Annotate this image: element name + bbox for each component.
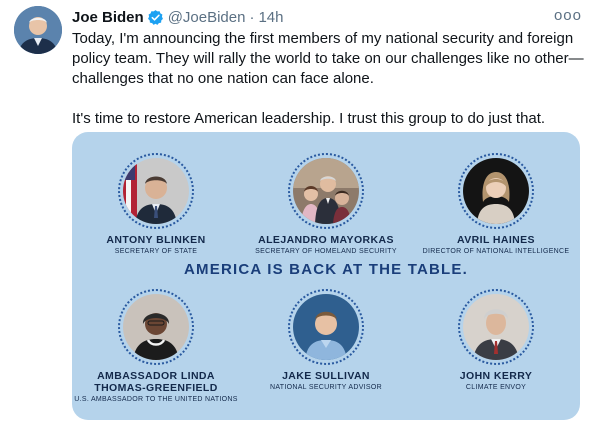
tweet[interactable]: Joe Biden @JoeBiden · 14h ooo Today, I'm…	[0, 0, 594, 429]
portrait-thomas-greenfield	[123, 294, 189, 360]
member-role: SECRETARY OF HOMELAND SECURITY	[255, 248, 397, 255]
team-member-blinken: ANTONY BLINKEN SECRETARY OF STATE	[72, 153, 240, 256]
tweet-text: Today, I'm announcing the first members …	[72, 29, 584, 129]
member-name: ALEJANDRO MAYORKAS	[258, 234, 394, 246]
member-role: CLIMATE ENVOY	[465, 384, 527, 391]
tweet-paragraph-1: Today, I'm announcing the first members …	[72, 30, 584, 87]
tweet-image-card[interactable]: ANTONY BLINKEN SECRETARY OF STATE ALEJAN…	[72, 132, 580, 420]
portrait-haines	[463, 158, 529, 224]
member-name: JOHN KERRY	[459, 370, 533, 382]
team-member-sullivan: JAKE SULLIVAN NATIONAL SECURITY ADVISOR	[242, 289, 410, 392]
author-name[interactable]: Joe Biden	[72, 9, 144, 26]
tweet-paragraph-2: It's time to restore American leadership…	[72, 110, 546, 127]
portrait-frame	[288, 289, 364, 365]
more-options-icon[interactable]: ooo	[554, 7, 582, 24]
member-name: JAKE SULLIVAN	[282, 370, 370, 382]
team-member-mayorkas: ALEJANDRO MAYORKAS SECRETARY OF HOMELAND…	[242, 153, 410, 256]
author-handle[interactable]: @JoeBiden	[168, 9, 246, 26]
member-name: ANTONY BLINKEN	[106, 234, 206, 246]
member-role: NATIONAL SECURITY ADVISOR	[269, 384, 382, 391]
portrait-frame	[458, 289, 534, 365]
portrait-frame	[118, 153, 194, 229]
member-role: SECRETARY OF STATE	[114, 248, 198, 255]
member-name: AVRIL HAINES	[457, 234, 535, 246]
member-role: DIRECTOR OF NATIONAL INTELLIGENCE	[422, 248, 570, 255]
team-member-haines: AVRIL HAINES DIRECTOR OF NATIONAL INTELL…	[412, 153, 580, 256]
portrait-frame	[288, 153, 364, 229]
profile-avatar[interactable]	[14, 6, 62, 54]
member-name: AMBASSADOR LINDA THOMAS-GREENFIELD	[94, 370, 218, 394]
team-member-kerry: JOHN KERRY CLIMATE ENVOY	[412, 289, 580, 392]
card-headline: AMERICA IS BACK AT THE TABLE.	[184, 261, 468, 278]
team-member-thomas-greenfield: AMBASSADOR LINDA THOMAS-GREENFIELD U.S. …	[72, 289, 240, 404]
portrait-kerry	[463, 294, 529, 360]
portrait-frame	[458, 153, 534, 229]
member-role: U.S. AMBASSADOR TO THE UNITED NATIONS	[74, 396, 238, 403]
portrait-sullivan	[293, 294, 359, 360]
tweet-timestamp[interactable]: 14h	[258, 9, 283, 26]
separator-dot: ·	[249, 8, 255, 26]
portrait-frame	[118, 289, 194, 365]
tweet-header: Joe Biden @JoeBiden · 14h	[72, 6, 582, 28]
verified-badge-icon	[147, 9, 164, 26]
portrait-blinken	[123, 158, 189, 224]
portrait-mayorkas	[293, 158, 359, 224]
